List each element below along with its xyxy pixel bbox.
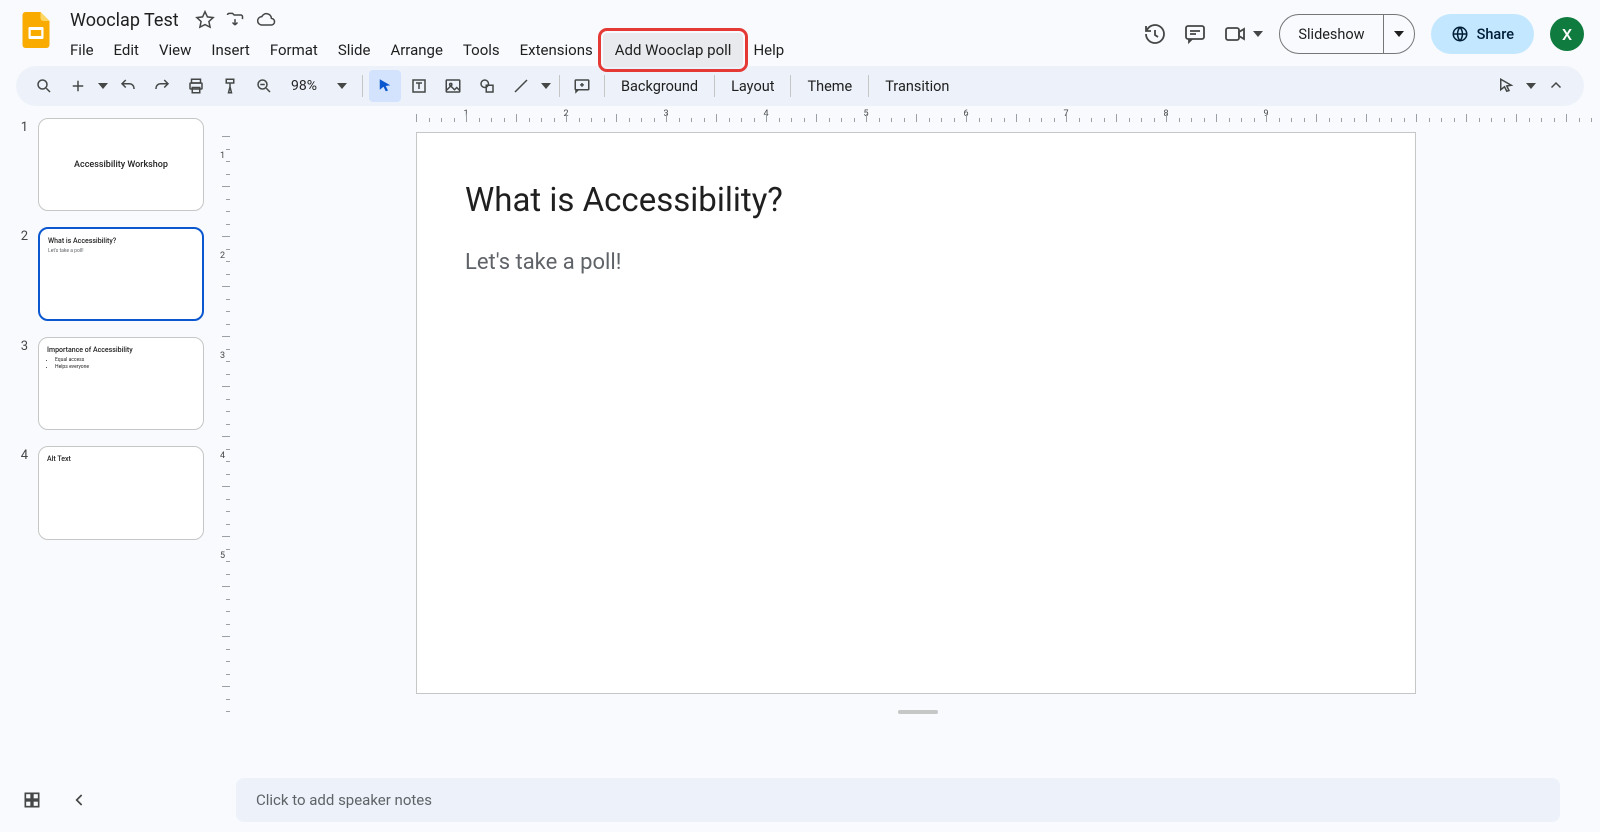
slide-number: 4 xyxy=(16,446,28,539)
separator xyxy=(604,75,605,97)
share-label: Share xyxy=(1477,26,1514,43)
separator xyxy=(559,75,560,97)
menu-help[interactable]: Help xyxy=(743,37,794,63)
print-icon[interactable] xyxy=(180,70,212,102)
slideshow-button[interactable]: Slideshow xyxy=(1280,15,1383,53)
separator xyxy=(362,75,363,97)
menu-edit[interactable]: Edit xyxy=(104,37,149,63)
comments-icon[interactable] xyxy=(1183,22,1207,46)
comment-add-icon[interactable] xyxy=(566,70,598,102)
collapse-filmstrip-icon[interactable] xyxy=(68,788,92,812)
select-tool-icon[interactable] xyxy=(369,70,401,102)
meet-button[interactable] xyxy=(1223,22,1263,46)
search-menus-icon[interactable] xyxy=(28,70,60,102)
shape-icon[interactable] xyxy=(471,70,503,102)
slides-logo[interactable] xyxy=(16,10,56,50)
slide-body[interactable]: Let's take a poll! xyxy=(465,250,1367,275)
menu-extensions[interactable]: Extensions xyxy=(510,37,603,63)
filmstrip: 1Accessibility Workshop2What is Accessib… xyxy=(0,106,216,830)
separator xyxy=(714,75,715,97)
doc-title[interactable]: Wooclap Test xyxy=(64,8,185,33)
slide-thumbnail[interactable]: Alt Text xyxy=(38,446,204,539)
slide-thumbnail[interactable]: What is Accessibility?Let's take a poll! xyxy=(38,227,204,320)
zoom-level[interactable]: 98% xyxy=(282,78,326,94)
collapse-toolbar-icon[interactable] xyxy=(1540,70,1572,102)
line-icon[interactable] xyxy=(505,70,537,102)
menu-add-wooclap-poll[interactable]: Add Wooclap poll xyxy=(603,33,744,67)
zoom-dropdown[interactable] xyxy=(328,70,356,102)
menu-insert[interactable]: Insert xyxy=(201,37,259,63)
slideshow-button-group: Slideshow xyxy=(1279,14,1414,54)
menu-format[interactable]: Format xyxy=(260,37,328,63)
separator xyxy=(868,75,869,97)
notes-resize-handle[interactable] xyxy=(898,710,938,714)
horizontal-ruler: 123456789 xyxy=(236,106,1600,126)
speaker-notes-input[interactable]: Click to add speaker notes xyxy=(236,778,1560,822)
image-icon[interactable] xyxy=(437,70,469,102)
menu-file[interactable]: File xyxy=(60,37,104,63)
new-slide-icon[interactable] xyxy=(62,70,94,102)
transition-button[interactable]: Transition xyxy=(875,70,959,102)
vertical-ruler: 12345 xyxy=(216,106,236,830)
new-slide-dropdown[interactable] xyxy=(96,70,110,102)
undo-icon[interactable] xyxy=(112,70,144,102)
slide-thumbnail[interactable]: Accessibility Workshop xyxy=(38,118,204,211)
star-icon[interactable] xyxy=(195,10,215,30)
paint-format-icon[interactable] xyxy=(214,70,246,102)
slide-number: 3 xyxy=(16,337,28,430)
cloud-saved-icon[interactable] xyxy=(255,10,275,30)
zoom-tool-icon[interactable] xyxy=(248,70,280,102)
redo-icon[interactable] xyxy=(146,70,178,102)
pointer-icon[interactable] xyxy=(1490,70,1522,102)
menu-view[interactable]: View xyxy=(149,37,201,63)
menu-slide[interactable]: Slide xyxy=(328,37,381,63)
slide-thumbnail[interactable]: Importance of AccessibilityEqual accessH… xyxy=(38,337,204,430)
toolbar: 98% Background Layout Theme Transition xyxy=(16,66,1584,106)
line-dropdown[interactable] xyxy=(539,70,553,102)
menu-tools[interactable]: Tools xyxy=(453,37,510,63)
separator xyxy=(790,75,791,97)
slideshow-dropdown[interactable] xyxy=(1384,15,1414,53)
slide-number: 2 xyxy=(16,227,28,320)
slide-number: 1 xyxy=(16,118,28,211)
layout-button[interactable]: Layout xyxy=(721,70,784,102)
move-icon[interactable] xyxy=(225,10,245,30)
theme-button[interactable]: Theme xyxy=(797,70,862,102)
slide-title[interactable]: What is Accessibility? xyxy=(465,181,1367,220)
account-avatar[interactable]: X xyxy=(1550,17,1584,51)
share-button[interactable]: Share xyxy=(1431,14,1534,54)
grid-view-icon[interactable] xyxy=(20,788,44,812)
text-box-icon[interactable] xyxy=(403,70,435,102)
background-button[interactable]: Background xyxy=(611,70,708,102)
menu-arrange[interactable]: Arrange xyxy=(380,37,452,63)
slide-canvas[interactable]: What is Accessibility? Let's take a poll… xyxy=(416,132,1416,694)
history-icon[interactable] xyxy=(1143,22,1167,46)
pointer-dropdown[interactable] xyxy=(1524,70,1538,102)
